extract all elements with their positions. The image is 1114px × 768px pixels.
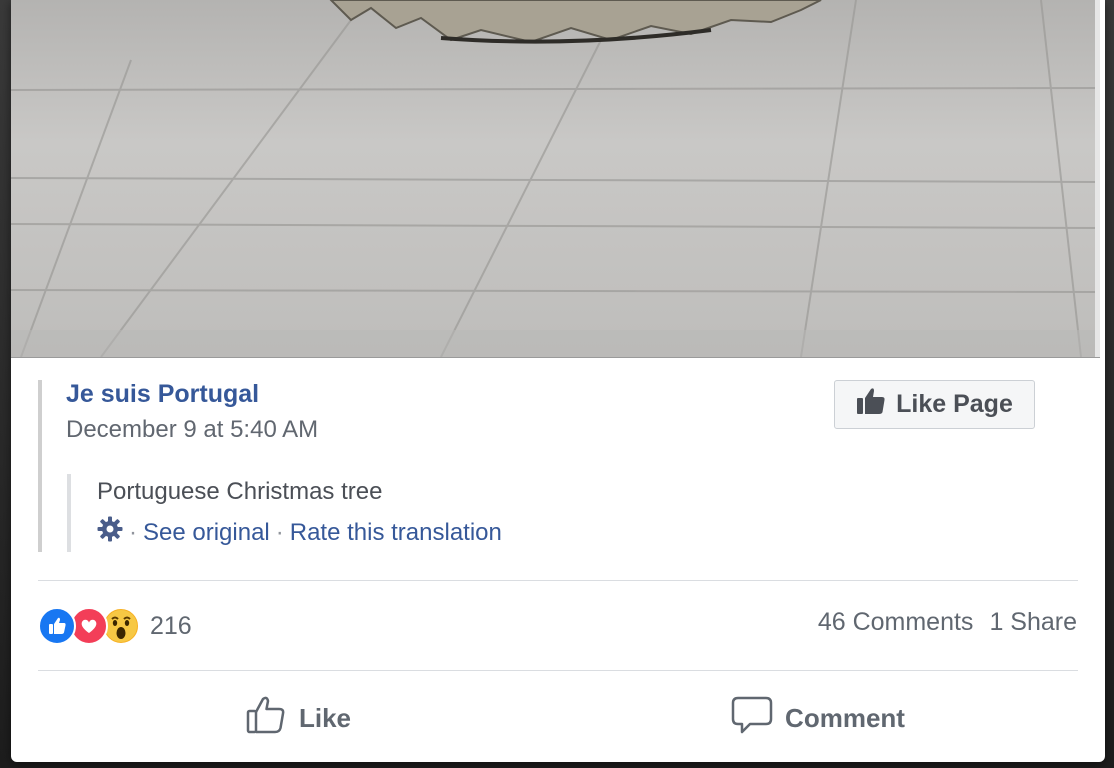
gear-icon[interactable] xyxy=(97,516,123,549)
post-info: Je suis Portugal December 9 at 5:40 AM L… xyxy=(38,380,1082,552)
divider-bottom xyxy=(38,670,1078,671)
link-separator: · xyxy=(129,518,137,546)
page-name-link[interactable]: Je suis Portugal xyxy=(66,380,259,409)
photo-edge xyxy=(1095,0,1100,357)
reaction-count[interactable]: 216 xyxy=(150,612,192,641)
like-page-button[interactable]: Like Page xyxy=(834,380,1035,429)
engagement-stats: 46 Comments 1 Share xyxy=(818,608,1077,637)
post-actions-bar: Like Comment xyxy=(38,690,1078,746)
post-dialog: Je suis Portugal December 9 at 5:40 AM L… xyxy=(11,0,1105,762)
comments-count-link[interactable]: 46 Comments xyxy=(818,608,974,637)
post-timestamp[interactable]: December 9 at 5:40 AM xyxy=(66,416,318,444)
speech-bubble-icon xyxy=(731,695,773,742)
rate-translation-link[interactable]: Rate this translation xyxy=(290,519,502,547)
divider-top xyxy=(38,580,1078,581)
comment-button[interactable]: Comment xyxy=(558,690,1078,746)
post-photo[interactable] xyxy=(11,0,1100,358)
thumbs-up-icon xyxy=(856,387,886,422)
link-separator: · xyxy=(275,518,284,546)
thumbs-up-outline-icon xyxy=(245,694,287,743)
comment-label: Comment xyxy=(785,702,905,733)
like-reaction-icon xyxy=(38,607,76,645)
see-original-link[interactable]: See original xyxy=(143,519,270,547)
reactions-summary[interactable]: 216 xyxy=(38,606,192,646)
translation-block: Portuguese Christmas tree · See original… xyxy=(67,474,771,552)
like-button[interactable]: Like xyxy=(38,690,558,746)
photo-floor-tiles xyxy=(11,0,1100,357)
like-page-label: Like Page xyxy=(896,390,1013,418)
translated-text: Portuguese Christmas tree xyxy=(97,478,383,505)
shares-count-link[interactable]: 1 Share xyxy=(989,608,1077,637)
like-label: Like xyxy=(298,702,352,733)
translation-links: · See original · Rate this translation xyxy=(97,516,502,549)
